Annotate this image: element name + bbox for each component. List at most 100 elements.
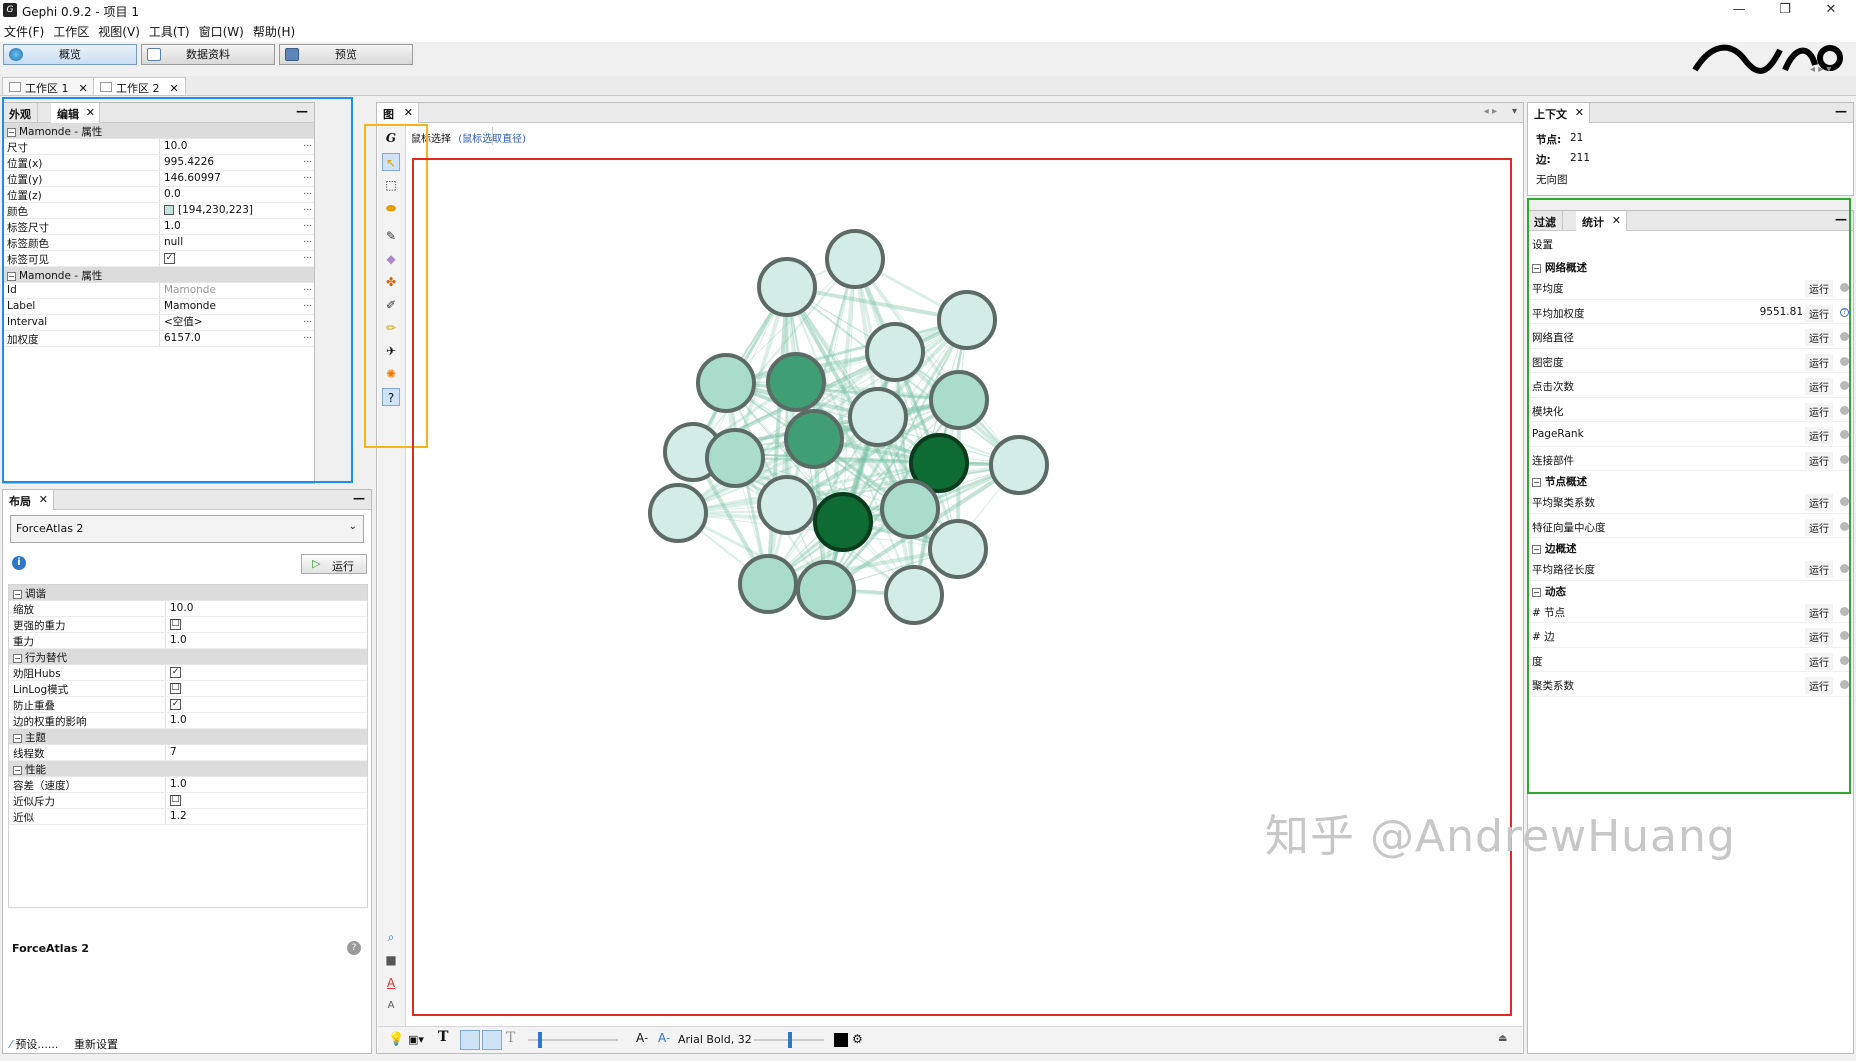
property-value[interactable]: null <box>159 235 299 250</box>
collapse-icon[interactable]: − <box>13 734 22 743</box>
run-statistic-button[interactable]: 运行 <box>1805 451 1833 469</box>
layout-section[interactable]: − 主题 <box>9 729 367 745</box>
layout-section[interactable]: − 性能 <box>9 761 367 777</box>
plane-icon[interactable]: ✈ <box>382 342 400 360</box>
menu-file[interactable]: 文件(F) <box>0 22 49 40</box>
lightbulb-icon[interactable]: 💡 <box>388 1032 404 1047</box>
hint-icon[interactable]: ? <box>382 388 400 406</box>
graph-node[interactable] <box>813 492 873 552</box>
property-value[interactable]: <空值> <box>159 315 299 330</box>
status-dot-icon[interactable] <box>1840 283 1849 292</box>
tab-overview[interactable]: 概览 <box>3 44 137 65</box>
property-value[interactable]: 1.0 <box>165 633 361 648</box>
status-dot-icon[interactable] <box>1840 680 1849 689</box>
menu-window[interactable]: 窗口(W) <box>195 22 249 40</box>
property-value[interactable]: 7 <box>165 745 361 760</box>
status-dot-icon[interactable] <box>1840 356 1849 366</box>
checkbox[interactable]: ☐ <box>170 794 181 806</box>
checkbox[interactable]: ☐ <box>170 618 181 630</box>
edge-weight-icon[interactable] <box>482 1030 502 1050</box>
graph-node[interactable] <box>648 483 708 543</box>
close-icon[interactable]: ✕ <box>39 493 48 506</box>
more-icon[interactable]: … <box>303 315 312 325</box>
reset-link[interactable]: 重新设置 <box>74 1036 118 1052</box>
stats-group[interactable]: − 边概述 <box>1528 538 1853 556</box>
more-icon[interactable]: … <box>303 331 312 341</box>
property-value[interactable]: 10.0 <box>165 601 361 616</box>
settings-icon[interactable]: ⚙ <box>852 1032 863 1046</box>
rect-select-icon[interactable]: ⬚ <box>382 176 400 194</box>
graph-node[interactable] <box>757 257 817 317</box>
edge-pencil-icon[interactable]: ✏ <box>382 319 400 337</box>
more-icon[interactable]: … <box>303 299 312 309</box>
run-statistic-button[interactable]: 运行 <box>1805 603 1833 621</box>
close-icon[interactable]: ✕ <box>79 82 88 95</box>
nav-arrows-icon[interactable]: ◂ ▸ <box>1484 106 1497 117</box>
tab-appearance[interactable]: 外观 <box>3 103 38 123</box>
property-section[interactable]: − Mamonde - 属性 <box>3 267 314 283</box>
layout-section[interactable]: − 行为替代 <box>9 649 367 665</box>
edge-straight-icon[interactable] <box>460 1030 480 1050</box>
minimize-panel-button[interactable]: — <box>1835 104 1847 118</box>
status-dot-icon[interactable] <box>1840 631 1849 640</box>
label-style-icon[interactable]: T <box>506 1030 515 1046</box>
font-icon[interactable]: A˗ <box>658 1031 670 1045</box>
property-value[interactable]: Mamonde <box>159 283 299 298</box>
checkbox[interactable]: ✓ <box>170 666 181 678</box>
more-icon[interactable]: … <box>303 235 312 245</box>
run-statistic-button[interactable]: 运行 <box>1805 494 1833 511</box>
run-statistic-button[interactable]: 运行 <box>1805 353 1833 371</box>
property-section[interactable]: − Mamonde - 属性 <box>3 123 314 139</box>
more-icon[interactable]: … <box>303 187 312 197</box>
close-icon[interactable]: ✕ <box>1575 106 1584 119</box>
graph-node[interactable] <box>884 565 944 625</box>
status-dot-icon[interactable] <box>1840 405 1849 415</box>
run-statistic-button[interactable]: 运行 <box>1805 378 1833 395</box>
more-icon[interactable]: … <box>303 251 312 261</box>
close-icon[interactable]: ✕ <box>404 106 413 119</box>
collapse-icon[interactable]: − <box>1532 478 1541 487</box>
more-icon[interactable]: … <box>303 203 312 213</box>
run-layout-button[interactable]: ▷ 运行 <box>301 554 367 574</box>
graph-node[interactable] <box>937 290 997 350</box>
font-size-down-icon[interactable]: A˗ <box>636 1031 648 1045</box>
graph-node[interactable] <box>848 387 908 447</box>
more-icon[interactable]: … <box>303 155 312 165</box>
graph-node[interactable] <box>796 560 856 620</box>
graph-node[interactable] <box>705 428 765 488</box>
run-statistic-button[interactable]: 运行 <box>1805 402 1833 420</box>
close-icon[interactable]: ✕ <box>170 82 179 95</box>
info-icon[interactable]: ? <box>1840 307 1849 317</box>
graph-node[interactable] <box>696 353 756 413</box>
more-icon[interactable]: … <box>303 139 312 149</box>
property-value[interactable]: ✓ <box>165 697 361 712</box>
layout-section[interactable]: − 调谐 <box>9 585 367 601</box>
minimize-button[interactable]: — <box>1716 0 1762 22</box>
close-button[interactable]: ✕ <box>1808 0 1854 22</box>
stats-group[interactable]: − 网络概述 <box>1528 257 1853 275</box>
tab-preview[interactable]: 预览 <box>279 44 413 65</box>
label-size-icon[interactable]: A <box>382 997 400 1015</box>
gear-node-icon[interactable]: ✺ <box>382 365 400 383</box>
status-dot-icon[interactable] <box>1840 497 1849 506</box>
dropdown-icon[interactable]: ▾ <box>1512 106 1517 117</box>
status-dot-icon[interactable] <box>1840 564 1849 573</box>
menu-view[interactable]: 视图(V) <box>94 22 145 40</box>
collapse-icon[interactable]: − <box>7 128 16 137</box>
brush-icon[interactable]: ✎ <box>382 227 400 245</box>
graph-node[interactable] <box>880 479 940 539</box>
status-dot-icon[interactable] <box>1840 430 1849 439</box>
property-value[interactable]: ☐ <box>165 793 361 808</box>
pointer-icon[interactable]: ↖ <box>382 153 400 171</box>
property-value[interactable]: Mamonde <box>159 299 299 314</box>
graph-node[interactable] <box>757 475 817 535</box>
info-icon[interactable]: i <box>12 556 26 570</box>
collapse-icon[interactable]: − <box>13 590 22 599</box>
slider-thumb[interactable] <box>538 1032 542 1048</box>
property-value[interactable]: ✓ <box>165 665 361 680</box>
property-value[interactable]: ☐ <box>165 617 361 632</box>
help-icon[interactable]: ? <box>347 941 361 955</box>
status-dot-icon[interactable] <box>1840 521 1849 531</box>
property-value[interactable]: 6157.0 <box>159 331 299 346</box>
slider-thumb[interactable] <box>788 1032 792 1048</box>
